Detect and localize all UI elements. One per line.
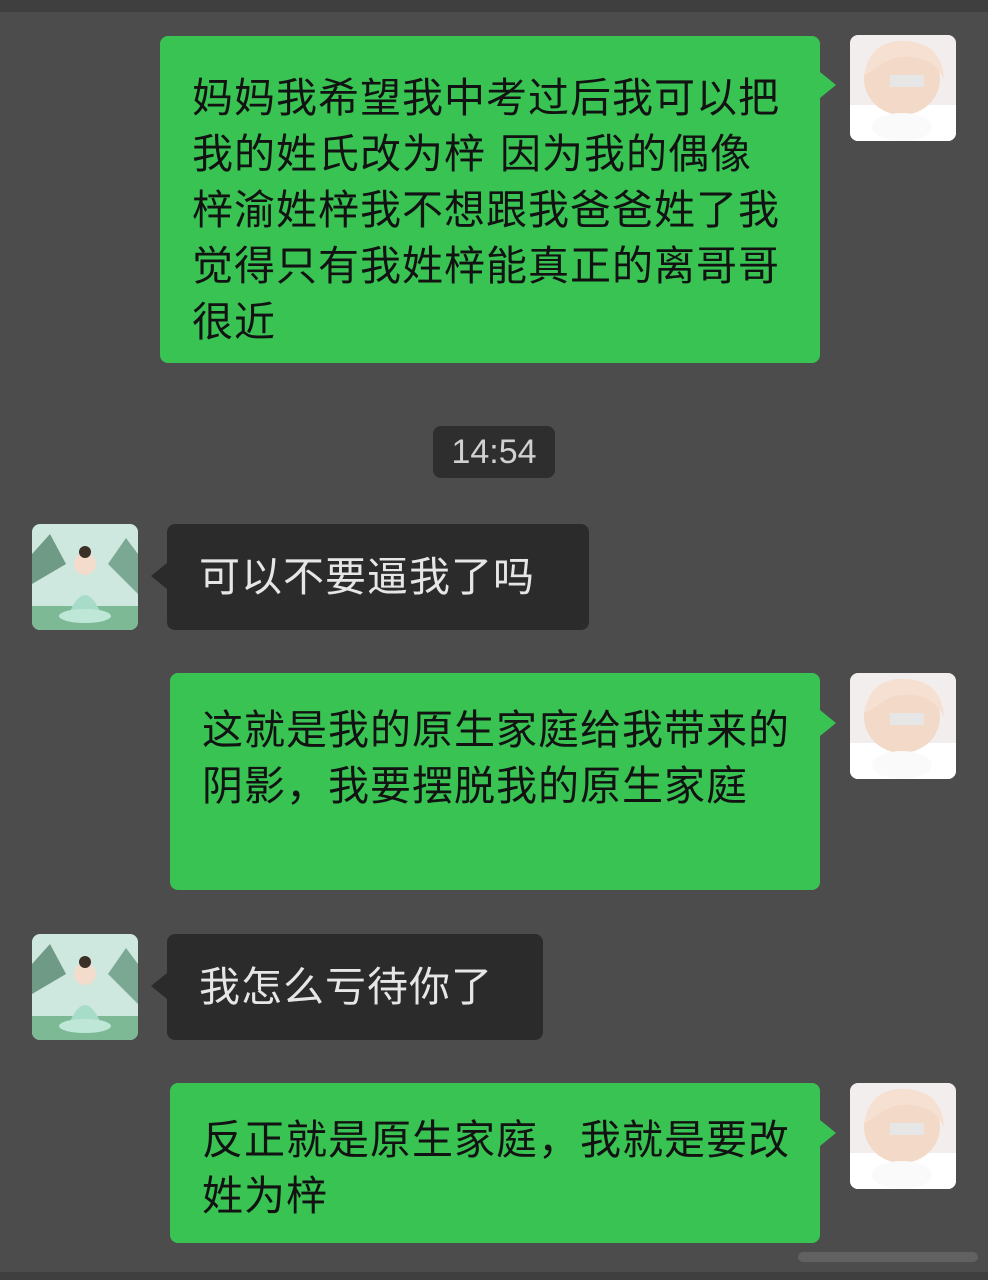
bottom-strip — [0, 1272, 988, 1280]
mom-avatar[interactable] — [32, 524, 138, 630]
my-avatar[interactable] — [850, 1083, 956, 1189]
bubble-tail — [820, 72, 836, 98]
top-status-strip — [0, 0, 988, 12]
bubble-tail — [151, 563, 167, 589]
message-text: 可以不要逼我了吗 — [199, 553, 535, 601]
mom-avatar[interactable] — [32, 934, 138, 1040]
watermark-decoration — [798, 1248, 978, 1266]
message-text: 这就是我的原生家庭给我带来的阴影，我要摆脱我的原生家庭 — [202, 706, 790, 810]
outgoing-message-bubble[interactable]: 这就是我的原生家庭给我带来的阴影，我要摆脱我的原生家庭 — [170, 673, 820, 890]
incoming-message-bubble[interactable]: 我怎么亏待你了 — [167, 934, 543, 1040]
my-avatar[interactable] — [850, 35, 956, 141]
outgoing-message-bubble[interactable]: 反正就是原生家庭，我就是要改姓为梓 — [170, 1083, 820, 1243]
blond-person-avatar-icon — [850, 1083, 956, 1189]
message-timestamp: 14:54 — [433, 426, 555, 478]
outgoing-message-bubble[interactable]: 妈妈我希望我中考过后我可以把我的姓氏改为梓 因为我的偶像梓渝姓梓我不想跟我爸爸姓… — [160, 36, 820, 363]
meditating-figure-landscape-avatar-icon — [32, 934, 138, 1040]
bubble-tail — [820, 1120, 836, 1146]
message-text: 我怎么亏待你了 — [199, 963, 493, 1011]
message-text: 妈妈我希望我中考过后我可以把我的姓氏改为梓 因为我的偶像梓渝姓梓我不想跟我爸爸姓… — [192, 74, 780, 346]
message-text: 反正就是原生家庭，我就是要改姓为梓 — [202, 1116, 790, 1220]
bubble-tail — [151, 973, 167, 999]
blond-person-avatar-icon — [850, 35, 956, 141]
incoming-message-bubble[interactable]: 可以不要逼我了吗 — [167, 524, 589, 630]
bubble-tail — [820, 710, 836, 736]
my-avatar[interactable] — [850, 673, 956, 779]
meditating-figure-landscape-avatar-icon — [32, 524, 138, 630]
blond-person-avatar-icon — [850, 673, 956, 779]
